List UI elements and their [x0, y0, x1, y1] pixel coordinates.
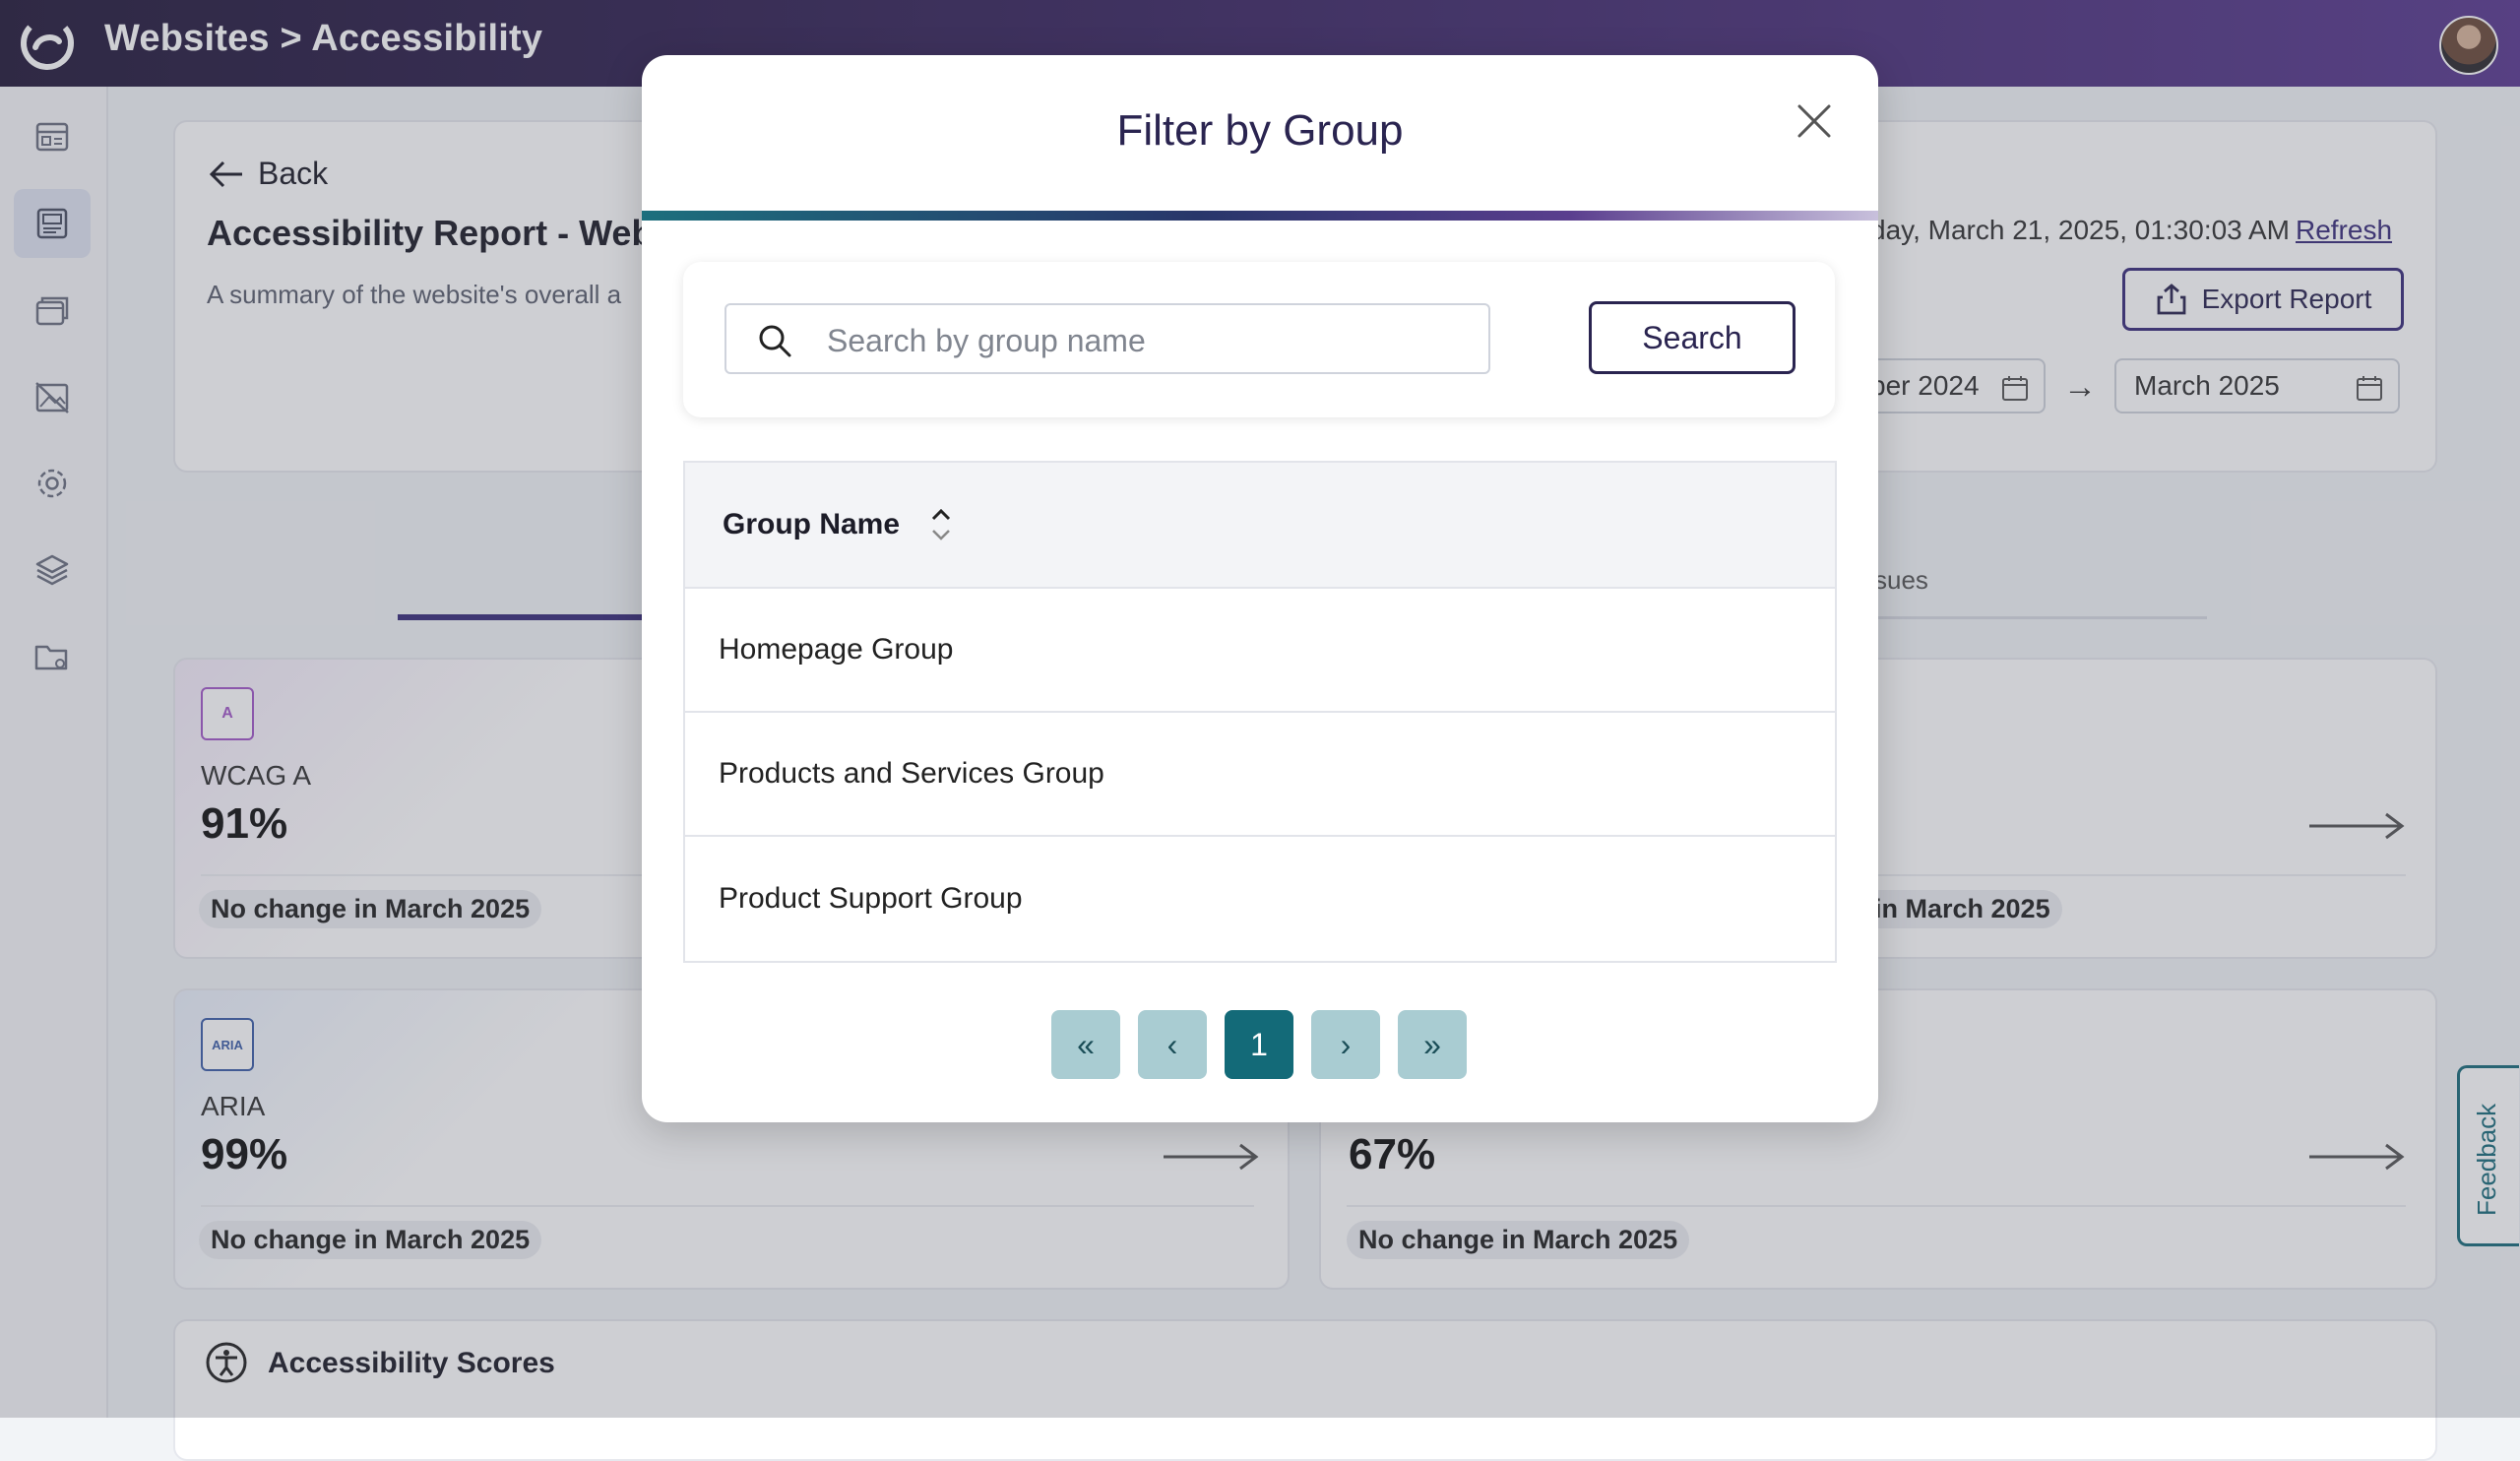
filter-by-group-modal: Filter by Group Search Group Name Homepa…	[642, 55, 1878, 1122]
table-row[interactable]: Products and Services Group	[685, 713, 1835, 837]
page-1-button[interactable]: 1	[1225, 1010, 1293, 1079]
table-row[interactable]: Product Support Group	[685, 837, 1835, 961]
first-page-button[interactable]: «	[1051, 1010, 1120, 1079]
search-panel: Search	[683, 262, 1835, 417]
column-header-group-name[interactable]: Group Name	[723, 508, 900, 541]
prev-page-button[interactable]: ‹	[1138, 1010, 1207, 1079]
modal-title: Filter by Group	[1116, 106, 1404, 155]
pagination: « ‹ 1 › »	[1051, 1010, 1467, 1079]
last-page-button[interactable]: »	[1398, 1010, 1467, 1079]
table-header: Group Name	[685, 463, 1835, 589]
sort-icon[interactable]	[927, 505, 955, 544]
next-page-button[interactable]: ›	[1311, 1010, 1380, 1079]
close-icon[interactable]	[1790, 96, 1839, 146]
search-icon	[759, 325, 791, 357]
modal-accent-bar	[642, 211, 1878, 221]
search-button[interactable]: Search	[1589, 301, 1796, 374]
group-table: Group Name Homepage Group Products and S…	[683, 461, 1837, 963]
table-row[interactable]: Homepage Group	[685, 589, 1835, 713]
search-field[interactable]	[724, 303, 1490, 374]
search-input[interactable]	[825, 315, 1469, 366]
